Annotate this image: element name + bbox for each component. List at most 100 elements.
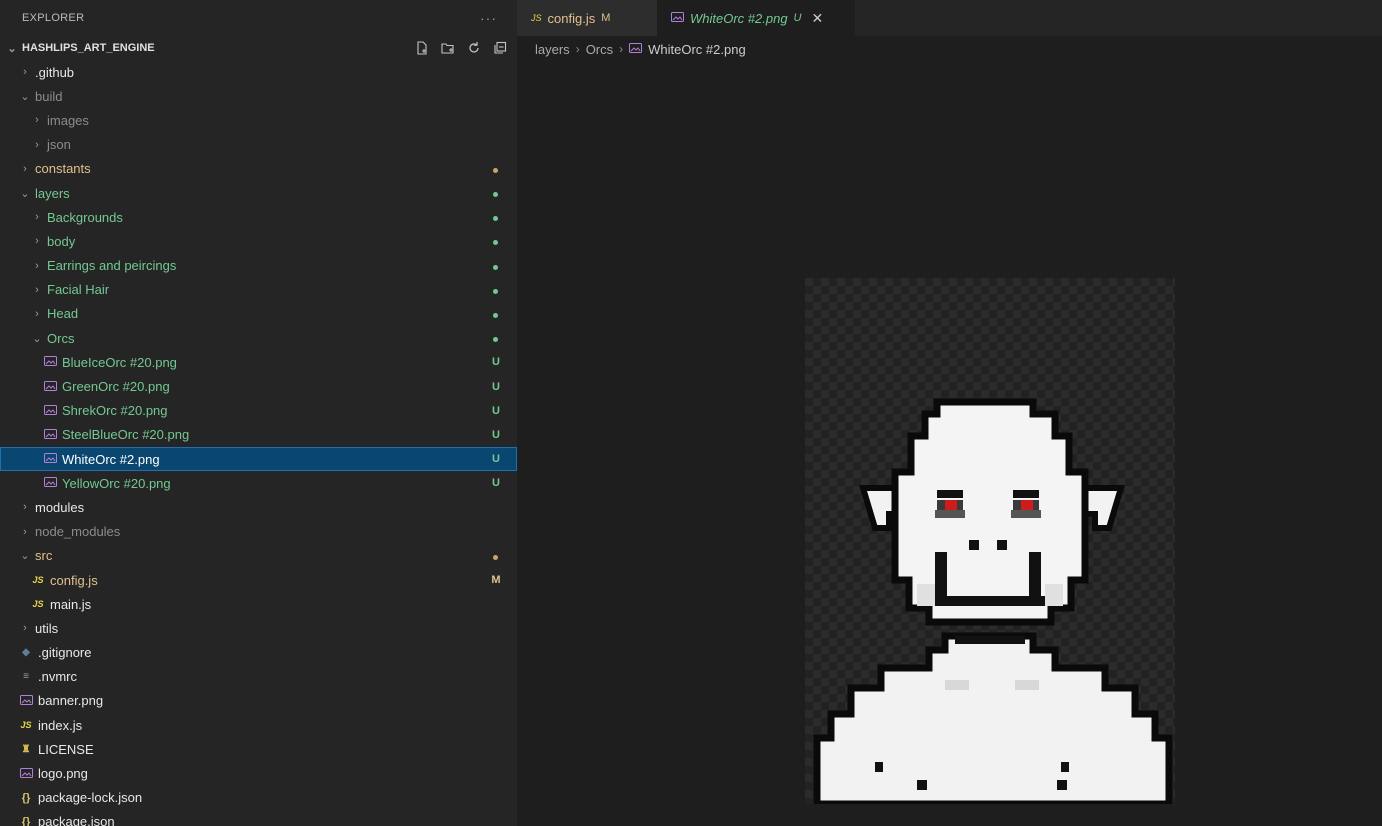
tree-item-label: build	[35, 88, 63, 104]
folder-orcs[interactable]: ⌄ Orcs	[0, 326, 517, 350]
chevron-down-icon: ⌄	[20, 90, 30, 103]
image-preview	[805, 278, 1175, 804]
image-file-icon	[43, 380, 57, 394]
file-banner-png[interactable]: banner.png	[0, 689, 517, 713]
file-steelblueorc-20-png[interactable]: SteelBlueOrc #20.png U	[0, 423, 517, 447]
folder-images[interactable]: › images	[0, 108, 517, 132]
folder-earrings-and-peircings[interactable]: › Earrings and peircings	[0, 254, 517, 278]
git-status-dot	[493, 167, 498, 173]
folder-github[interactable]: › .github	[0, 60, 517, 84]
breadcrumb-item[interactable]: Orcs	[586, 42, 613, 57]
file-blueiceorc-20-png[interactable]: BlueIceOrc #20.png U	[0, 350, 517, 374]
folder-node-modules[interactable]: › node_modules	[0, 520, 517, 544]
tab-label: WhiteOrc #2.png	[690, 10, 788, 26]
text-file-icon: ≡	[23, 671, 29, 683]
tree-item-label: utils	[35, 620, 59, 636]
folder-modules[interactable]: › modules	[0, 495, 517, 519]
tree-item-label: Facial Hair	[47, 282, 110, 298]
more-actions-icon[interactable]: ···	[480, 10, 497, 26]
file-config-js[interactable]: JS config.js M	[0, 568, 517, 592]
js-file-icon: JS	[20, 720, 32, 731]
git-status-dot	[493, 264, 498, 270]
chevron-right-icon: ›	[35, 307, 39, 320]
folder-head[interactable]: › Head	[0, 302, 517, 326]
tree-item-label: Head	[47, 306, 79, 322]
tree-item-label: node_modules	[35, 524, 121, 540]
chevron-right-icon: ›	[35, 211, 39, 224]
collapse-all-icon[interactable]	[492, 40, 508, 56]
chevron-down-icon: ⌄	[20, 187, 30, 200]
license-file-icon: ♜	[21, 743, 31, 755]
file-gitignore[interactable]: ◆ .gitignore	[0, 641, 517, 665]
folder-layers[interactable]: ⌄ layers	[0, 181, 517, 205]
js-file-icon: JS	[531, 13, 542, 23]
file-package-json[interactable]: {} package.json	[0, 810, 517, 826]
tree-item-label: images	[47, 112, 89, 128]
new-file-icon[interactable]	[414, 40, 430, 56]
untracked-badge: U	[492, 428, 500, 441]
chevron-right-icon: ›	[23, 66, 27, 79]
js-file-icon: JS	[32, 599, 44, 610]
tree-item-label: src	[35, 548, 53, 564]
tab-whiteorc-png[interactable]: WhiteOrc #2.png U ✕	[657, 0, 855, 36]
chevron-right-icon: ›	[35, 283, 39, 296]
untracked-badge: U	[793, 12, 802, 24]
tree-item-label: banner.png	[38, 693, 104, 709]
folder-backgrounds[interactable]: › Backgrounds	[0, 205, 517, 229]
breadcrumb-current[interactable]: WhiteOrc #2.png	[648, 42, 746, 57]
close-icon[interactable]: ✕	[812, 10, 824, 27]
folder-json[interactable]: › json	[0, 133, 517, 157]
file-shrekorc-20-png[interactable]: ShrekOrc #20.png U	[0, 399, 517, 423]
tab-bar: JS config.js M WhiteOrc #2.png U ✕	[517, 0, 1382, 36]
chevron-right-icon: ›	[35, 259, 39, 272]
image-file-icon	[43, 476, 57, 490]
tab-config-js[interactable]: JS config.js M	[517, 0, 657, 36]
new-folder-icon[interactable]	[440, 40, 456, 56]
git-file-icon: ◆	[22, 647, 30, 659]
image-file-icon	[43, 428, 57, 442]
project-root[interactable]: ⌄ HASHLIPS_ART_ENGINE	[0, 36, 517, 60]
chevron-down-icon: ⌄	[7, 42, 17, 55]
tree-item-label: Backgrounds	[47, 209, 123, 225]
git-status-dot	[493, 312, 498, 318]
folder-src[interactable]: ⌄ src	[0, 544, 517, 568]
file-nvmrc[interactable]: ≡ .nvmrc	[0, 665, 517, 689]
chevron-right-icon: ›	[23, 622, 27, 635]
chevron-right-icon: ›	[575, 42, 580, 56]
refresh-icon[interactable]	[466, 40, 482, 56]
tree-item-label: Earrings and peircings	[47, 258, 177, 274]
file-package-lock-json[interactable]: {} package-lock.json	[0, 786, 517, 810]
tree-item-label: LICENSE	[38, 741, 94, 757]
folder-build[interactable]: ⌄ build	[0, 84, 517, 108]
file-logo-png[interactable]: logo.png	[0, 761, 517, 785]
explorer-header: EXPLORER ···	[0, 0, 517, 36]
js-file-icon: JS	[32, 575, 44, 586]
file-yelloworc-20-png[interactable]: YellowOrc #20.png U	[0, 471, 517, 495]
project-name: HASHLIPS_ART_ENGINE	[22, 42, 155, 54]
file-license[interactable]: ♜ LICENSE	[0, 737, 517, 761]
file-index-js[interactable]: JS index.js	[0, 713, 517, 737]
chevron-down-icon: ⌄	[32, 332, 42, 345]
json-file-icon: {}	[21, 791, 31, 804]
folder-body[interactable]: › body	[0, 229, 517, 253]
untracked-badge: U	[492, 453, 500, 466]
folder-constants[interactable]: › constants	[0, 157, 517, 181]
editor-area: JS config.js M WhiteOrc #2.png U ✕ layer…	[517, 0, 1382, 826]
file-main-js[interactable]: JS main.js	[0, 592, 517, 616]
tree-item-label: package-lock.json	[38, 790, 143, 806]
tree-item-label: config.js	[50, 572, 98, 588]
file-whiteorc-2-png[interactable]: WhiteOrc #2.png U	[0, 447, 517, 472]
file-greenorc-20-png[interactable]: GreenOrc #20.png U	[0, 374, 517, 398]
tree-item-label: layers	[35, 185, 70, 201]
tree-item-label: modules	[35, 499, 85, 515]
git-status-dot	[493, 554, 498, 560]
image-file-icon	[671, 12, 684, 24]
tree-item-label: .github	[35, 64, 75, 80]
folder-utils[interactable]: › utils	[0, 616, 517, 640]
breadcrumb-item[interactable]: layers	[535, 42, 570, 57]
explorer-actions	[414, 36, 508, 60]
folder-facial-hair[interactable]: › Facial Hair	[0, 278, 517, 302]
tree-item-label: .gitignore	[38, 645, 92, 661]
tab-label: config.js	[547, 10, 596, 26]
git-status-dot	[493, 337, 498, 343]
